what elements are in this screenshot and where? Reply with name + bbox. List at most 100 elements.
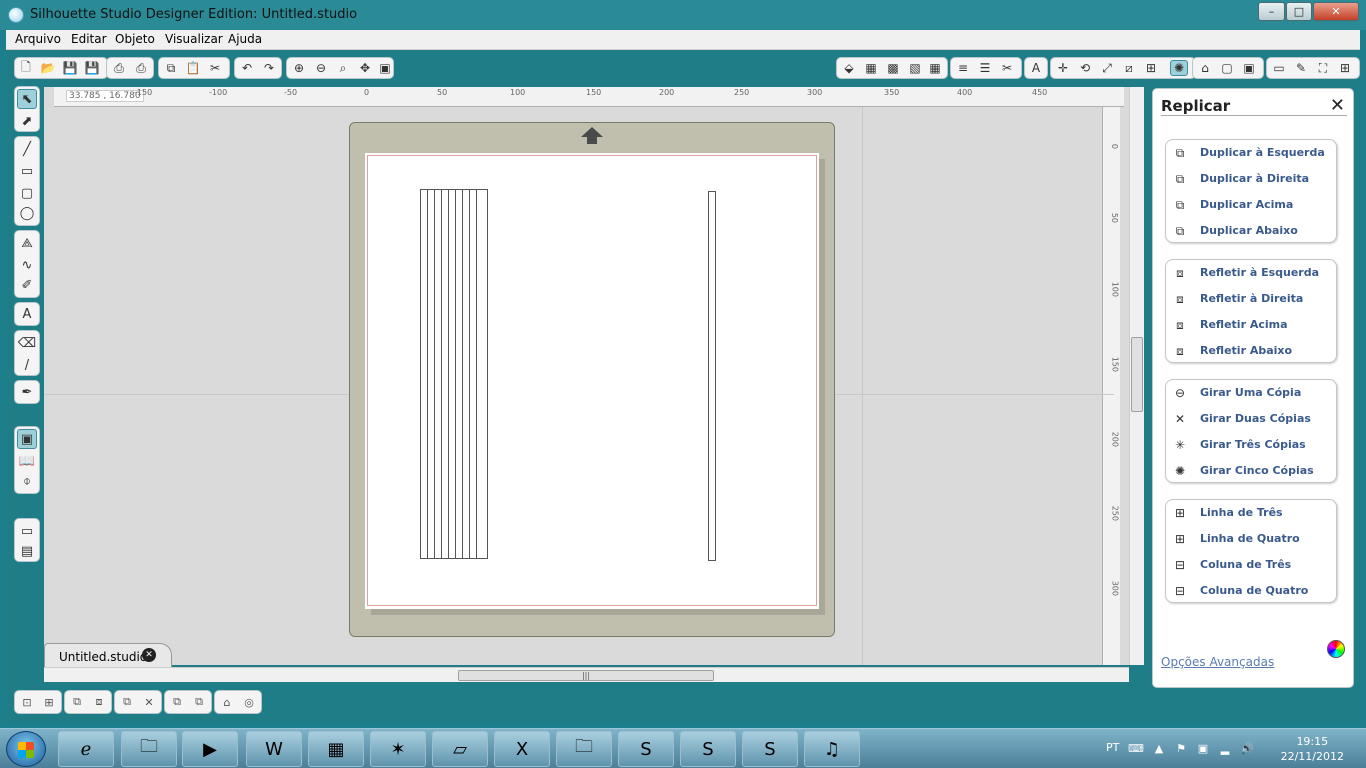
lock-icon[interactable]: ⌂: [218, 694, 236, 710]
sketch-icon[interactable]: ✎: [1292, 60, 1310, 76]
select-tool-icon[interactable]: ⬉: [17, 89, 37, 109]
zoom-out-icon[interactable]: ⊖: [312, 60, 330, 76]
pan-icon[interactable]: ✥: [356, 60, 374, 76]
vertical-scrollbar[interactable]: [1129, 87, 1144, 665]
shape-line[interactable]: [708, 191, 709, 561]
line-color-icon[interactable]: ▦: [926, 60, 944, 76]
action-center-flag-icon[interactable]: ⚑: [1174, 742, 1188, 756]
design-page[interactable]: [365, 153, 819, 609]
rotate-icon[interactable]: ⟲: [1076, 60, 1094, 76]
knife-tool-icon[interactable]: /: [17, 355, 37, 375]
close-tab-icon[interactable]: ✕: [142, 648, 156, 662]
mirror-below-button[interactable]: ⧈ Refletir Abaixo: [1166, 338, 1336, 364]
bring-front-icon[interactable]: ⧉: [168, 694, 186, 710]
copy-icon[interactable]: ⧉: [162, 60, 180, 76]
menu-arquivo[interactable]: Arquivo: [15, 32, 61, 46]
replicate-icon[interactable]: ✺: [1170, 60, 1188, 76]
file-manager-icon[interactable]: 🗀: [556, 731, 612, 767]
column-four-button[interactable]: ⊟ Coluna de Quatro: [1166, 578, 1336, 604]
menu-editar[interactable]: Editar: [71, 32, 107, 46]
polygon-tool-icon[interactable]: ⟁: [17, 233, 37, 253]
store-icon[interactable]: ▣: [1240, 60, 1258, 76]
shape-line[interactable]: [420, 189, 421, 559]
redo-icon[interactable]: ↷: [260, 60, 278, 76]
shape-line[interactable]: [469, 189, 470, 559]
row-four-button[interactable]: ⊞ Linha de Quatro: [1166, 526, 1336, 552]
maximize-button[interactable]: □: [1286, 2, 1312, 21]
rotate-three-button[interactable]: ✳ Girar Três Cópias: [1166, 432, 1336, 458]
new-file-icon[interactable]: 🗋: [17, 60, 35, 76]
sbx-icon[interactable]: S: [618, 731, 674, 767]
grid-icon[interactable]: ⊞: [1336, 60, 1354, 76]
release-compound-icon[interactable]: ⧈: [90, 694, 108, 710]
shape-line[interactable]: [434, 189, 435, 559]
minimize-button[interactable]: –: [1258, 2, 1285, 21]
duplicate-icon[interactable]: ⧉: [118, 694, 136, 710]
menu-objeto[interactable]: Objeto: [115, 32, 155, 46]
mirror-left-button[interactable]: ⧈ Refletir à Esquerda: [1166, 260, 1336, 286]
device-icon[interactable]: ▣: [1196, 742, 1210, 756]
network-icon[interactable]: ▂: [1218, 742, 1232, 756]
shape-line[interactable]: [455, 189, 456, 559]
library-icon[interactable]: ⌂: [1196, 60, 1214, 76]
shape-line[interactable]: [715, 191, 716, 561]
duplicate-above-button[interactable]: ⧉ Duplicar Acima: [1166, 192, 1336, 218]
duplicate-right-button[interactable]: ⧉ Duplicar à Direita: [1166, 166, 1336, 192]
spider-icon[interactable]: ✶: [370, 731, 426, 767]
horizontal-scrollbar[interactable]: |||: [44, 667, 1129, 682]
trace-icon[interactable]: ⌽: [17, 471, 37, 491]
show-hidden-icons-icon[interactable]: ▲: [1152, 742, 1166, 756]
rounded-rect-tool-icon[interactable]: ▢: [17, 183, 37, 203]
shape-line[interactable]: [448, 189, 449, 559]
word-icon[interactable]: W: [246, 731, 302, 767]
excel-icon[interactable]: X: [494, 731, 550, 767]
panel-close-icon[interactable]: ✕: [1330, 95, 1345, 116]
volume-icon[interactable]: 🔊: [1240, 742, 1254, 756]
zoom-in-icon[interactable]: ⊕: [290, 60, 308, 76]
mirror-right-button[interactable]: ⧈ Refletir à Direita: [1166, 286, 1336, 312]
line-style-icon[interactable]: ≡: [954, 60, 972, 76]
fill-color-icon[interactable]: ▦: [862, 60, 880, 76]
edit-points-icon[interactable]: ⬈: [17, 111, 37, 131]
shape-line[interactable]: [476, 189, 477, 559]
layout-split-icon[interactable]: ▤: [17, 541, 37, 561]
keyboard-icon[interactable]: ⌨: [1128, 742, 1144, 756]
language-indicator[interactable]: PT: [1106, 741, 1119, 754]
rotate-two-button[interactable]: ✕ Girar Duas Cópias: [1166, 406, 1336, 432]
make-compound-icon[interactable]: ⧉: [68, 694, 86, 710]
horizontal-scroll-thumb[interactable]: |||: [458, 670, 714, 681]
fit-page-icon[interactable]: ▣: [376, 60, 394, 76]
rotate-five-button[interactable]: ✺ Girar Cinco Cópias: [1166, 458, 1336, 484]
ungroup-icon[interactable]: ⊞: [40, 694, 58, 710]
duplicate-left-button[interactable]: ⧉ Duplicar à Esquerda: [1166, 140, 1336, 166]
text-style-icon[interactable]: A: [1027, 60, 1045, 76]
print-icon[interactable]: ⎙: [110, 60, 128, 76]
layout-single-icon[interactable]: ▭: [17, 521, 37, 541]
ellipse-tool-icon[interactable]: ◯: [17, 203, 37, 223]
shape-line[interactable]: [487, 189, 488, 559]
print-cut-icon[interactable]: ⎙: [132, 60, 150, 76]
line-width-icon[interactable]: ☰: [976, 60, 994, 76]
media-player-icon[interactable]: ▶: [182, 731, 238, 767]
fullscreen-icon[interactable]: ⛶: [1314, 60, 1332, 76]
save-icon[interactable]: 💾: [61, 60, 79, 76]
group-icon[interactable]: ⊡: [18, 694, 36, 710]
rectangle-tool-icon[interactable]: ▭: [17, 161, 37, 181]
file-explorer-icon[interactable]: 🗀: [121, 731, 177, 767]
shape-line[interactable]: [427, 189, 428, 559]
skype-icon[interactable]: S: [680, 731, 736, 767]
internet-explorer-icon[interactable]: ℯ: [58, 731, 114, 767]
notepad-icon[interactable]: ▱: [432, 731, 488, 767]
paste-icon[interactable]: 📋: [184, 60, 202, 76]
page-setup-icon[interactable]: ▢: [1218, 60, 1236, 76]
eyedropper-tool-icon[interactable]: ✒: [17, 382, 37, 402]
registration-marks-icon[interactable]: ◎: [240, 694, 258, 710]
row-three-button[interactable]: ⊞ Linha de Três: [1166, 500, 1336, 526]
page-settings-icon[interactable]: ▣: [17, 429, 37, 449]
save-to-library-icon[interactable]: 💾: [83, 60, 101, 76]
mirror-above-button[interactable]: ⧈ Refletir Acima: [1166, 312, 1336, 338]
silhouette-studio-icon[interactable]: S: [742, 731, 798, 767]
shape-line[interactable]: [462, 189, 463, 559]
line-tool-icon[interactable]: ╱: [17, 139, 37, 159]
send-back-icon[interactable]: ⧉: [190, 694, 208, 710]
